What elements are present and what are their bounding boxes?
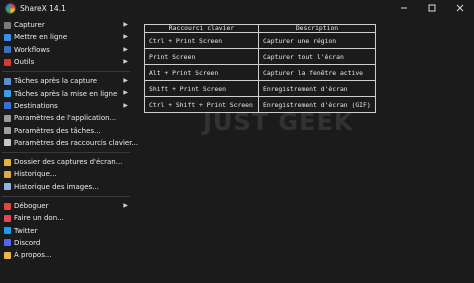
window-title: ShareX 14.1 (20, 3, 66, 13)
menu-item-label: Paramètres des tâches... (14, 126, 101, 135)
menu-item-label: Capturer (14, 21, 45, 30)
menu-item[interactable]: Paramètres des raccourcis clavier... (0, 137, 138, 149)
crown-icon (4, 251, 11, 259)
menu-item-label: Historique... (14, 170, 57, 179)
menu-item[interactable]: Tâches après la mise en ligne ▶ (0, 87, 134, 99)
hotkey-table-row: Alt + Print Screen Capturer la fenêtre ac… (144, 64, 376, 81)
menu-item[interactable]: Capturer ▶ (0, 19, 134, 31)
menu-separator (2, 71, 130, 73)
column-header-hotkey: Raccourci clavier (144, 24, 259, 33)
hotkey-cell: Print Screen (144, 48, 259, 65)
chevron-right-icon: ▶ (123, 101, 128, 109)
chevron-right-icon: ▶ (123, 57, 128, 65)
chevron-right-icon: ▶ (123, 201, 128, 209)
folder-icon (4, 158, 11, 166)
chevron-right-icon: ▶ (123, 45, 128, 53)
globe-icon (4, 102, 11, 110)
menu-separator (2, 151, 130, 153)
menu-item[interactable]: Outils ▶ (0, 56, 134, 68)
maximize-button[interactable] (418, 0, 446, 16)
close-icon (456, 4, 464, 12)
menu-item-label: Workflows (14, 45, 50, 54)
menu-item[interactable]: Faire un don... (0, 212, 134, 224)
menu-item[interactable]: Workflows ▶ (0, 44, 134, 56)
menu-item-label: Discord (14, 238, 41, 247)
hotkey-table-row: Shift + Print Screen Enregistrement d'écr… (144, 80, 376, 97)
menu-item-label: Twitter (14, 226, 38, 235)
hotkey-cell: Alt + Print Screen (144, 64, 259, 81)
chevron-right-icon: ▶ (123, 33, 128, 41)
column-header-description: Description (258, 24, 376, 33)
hotkey-table: Raccourci clavier Description Ctrl + Pri… (144, 24, 376, 113)
menu-item-label: Dossier des captures d'écran... (14, 158, 123, 167)
menu-item[interactable]: Historique... (0, 168, 134, 180)
camera-icon (4, 21, 11, 29)
main-menu: Capturer ▶ Mettre en ligne ▶ Workflows ▶ Outil… (0, 19, 138, 261)
description-cell: Capturer tout l'écran (258, 48, 376, 65)
hotkey-cell: Shift + Print Screen (144, 80, 259, 97)
menu-item-label: Déboguer (14, 202, 49, 210)
menu-item-label: Destinations (14, 101, 58, 110)
title-bar: ShareX 14.1 (0, 0, 474, 16)
menu-item-label: Historique des images... (14, 182, 99, 191)
hotkey-table-header: Raccourci clavier Description (144, 24, 376, 33)
minimize-button[interactable] (390, 0, 418, 16)
upload-arrow-icon (4, 33, 11, 41)
menu-item-label: Mettre en ligne (14, 33, 68, 42)
menu-item[interactable]: Tâches après la capture ▶ (0, 75, 134, 87)
settings-icon (4, 114, 11, 122)
gear-icon (4, 127, 11, 135)
menu-item[interactable]: Historique des images... (0, 181, 134, 193)
watermark-logo: JUST GEEK (203, 108, 354, 136)
menu-item[interactable]: Paramètres de l'application... (0, 112, 134, 124)
menu-item[interactable]: À propos... (0, 249, 134, 261)
hotkey-table-row: Ctrl + Print Screen Capturer une région (144, 32, 376, 49)
menu-group-settings: Tâches après la capture ▶ Tâches après la … (0, 75, 138, 149)
history-icon (4, 170, 11, 178)
maximize-icon (428, 4, 436, 12)
menu-item-label: À propos... (14, 251, 52, 260)
menu-item[interactable]: Mettre en ligne ▶ (0, 31, 134, 43)
workflow-icon (4, 46, 11, 54)
menu-item-label: Faire un don... (14, 214, 64, 223)
menu-item-label: Tâches après la mise en ligne (14, 89, 118, 98)
menu-item[interactable]: Déboguer ▶ (0, 200, 134, 212)
heart-icon (4, 214, 11, 222)
minimize-icon (401, 7, 407, 9)
menu-separator (2, 195, 130, 197)
chevron-right-icon: ▶ (123, 77, 128, 85)
menu-item-label: Paramètres des raccourcis clavier... (14, 138, 139, 147)
menu-item[interactable]: Discord (0, 237, 134, 249)
menu-group-capture: Capturer ▶ Mettre en ligne ▶ Workflows ▶ Outil… (0, 19, 134, 68)
menu-item[interactable]: Destinations ▶ (0, 100, 134, 112)
image-history-icon (4, 183, 11, 191)
close-button[interactable] (446, 0, 474, 16)
toolbox-icon (4, 58, 11, 66)
menu-item-label: Tâches après la capture (14, 77, 98, 86)
window-controls (390, 0, 474, 16)
menu-item-label: Paramètres de l'application... (14, 114, 117, 123)
menu-item[interactable]: Paramètres des tâches... (0, 124, 134, 136)
chevron-right-icon: ▶ (123, 89, 128, 97)
menu-group-history: Dossier des captures d'écran... Historiqu… (0, 156, 134, 193)
sharex-logo-icon (5, 2, 16, 14)
bug-icon (4, 202, 11, 210)
twitter-icon (4, 227, 11, 235)
description-cell: Enregistrement d'écran (258, 80, 376, 97)
chevron-right-icon: ▶ (123, 21, 128, 28)
menu-item-label: Outils (14, 58, 35, 67)
menu-item[interactable]: Twitter (0, 224, 134, 236)
description-cell: Capturer la fenêtre active (258, 64, 376, 81)
description-cell: Capturer une région (258, 32, 376, 49)
hotkey-table-row: Print Screen Capturer tout l'écran (144, 48, 376, 65)
image-gear-icon (4, 77, 11, 85)
hotkey-cell: Ctrl + Print Screen (144, 32, 259, 49)
upload-gear-icon (4, 90, 11, 98)
keyboard-icon (4, 139, 11, 147)
menu-item[interactable]: Dossier des captures d'écran... (0, 156, 134, 168)
discord-icon (4, 239, 11, 247)
menu-group-about: Déboguer ▶ Faire un don... Twitter Discord À … (0, 200, 134, 261)
